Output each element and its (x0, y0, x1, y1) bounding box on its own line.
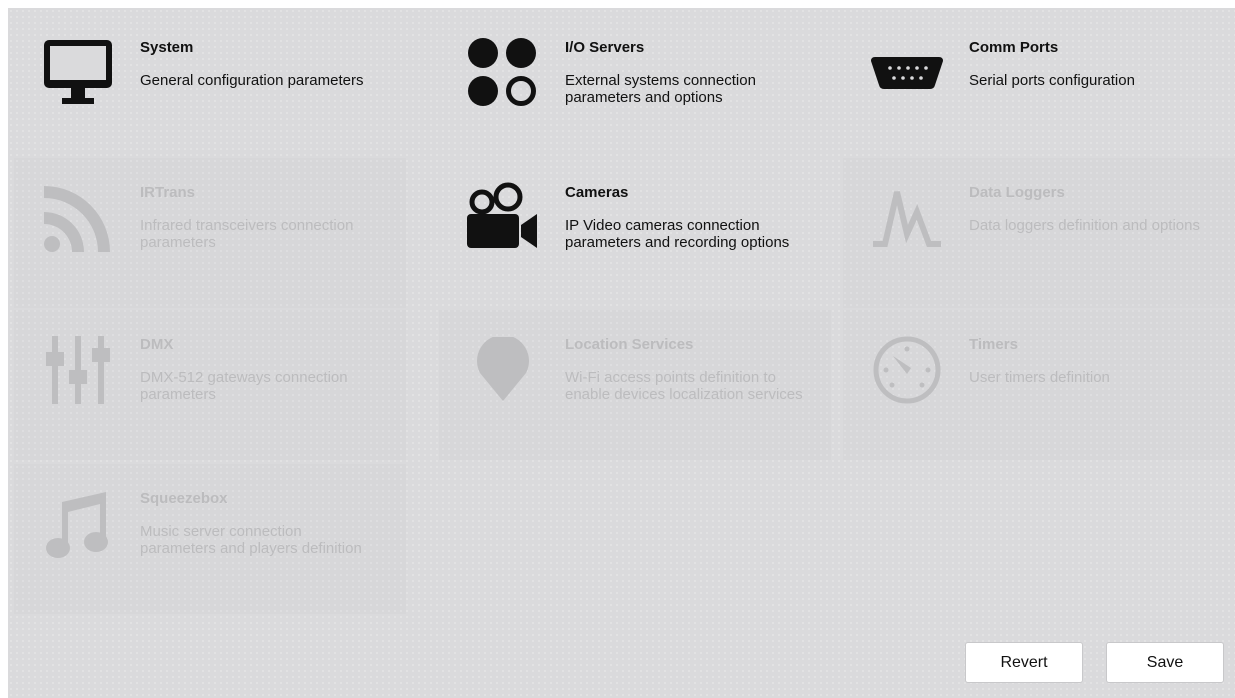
tile-description: Serial ports configuration (969, 72, 1135, 89)
settings-panel: System General configuration parameters … (8, 8, 1235, 698)
tile-title: Location Services (565, 336, 694, 353)
tile-description: Infrared transceivers connection paramet… (140, 217, 354, 251)
tile-description: External systems connection parameters a… (565, 72, 756, 106)
tile-system[interactable]: System General configuration parameters (14, 13, 406, 163)
tile-title: DMX (140, 336, 174, 353)
video-camera-icon (465, 180, 541, 256)
tile-irtrans: IRTrans Infrared transceivers connection… (14, 158, 406, 308)
tile-cameras[interactable]: Cameras IP Video cameras connection para… (439, 158, 831, 308)
tile-dmx: DMX DMX-512 gateways connection paramete… (14, 310, 406, 460)
sliders-icon (40, 332, 116, 408)
tile-title: Comm Ports (969, 39, 1059, 56)
tile-title: IRTrans (140, 184, 196, 201)
tile-title: Squeezebox (140, 490, 228, 507)
gauge-icon (869, 332, 945, 408)
tile-title: Timers (969, 336, 1018, 353)
tile-title: System (140, 39, 194, 56)
save-button[interactable]: Save (1106, 642, 1224, 683)
peaks-icon (869, 180, 945, 256)
monitor-icon (40, 35, 116, 111)
tile-description: Data loggers definition and options (969, 217, 1200, 234)
tile-comm-ports[interactable]: Comm Ports Serial ports configuration (843, 13, 1235, 163)
tile-timers: Timers User timers definition (843, 310, 1235, 460)
tile-description: DMX-512 gateways connection parameters (140, 369, 348, 403)
tile-description: General configuration parameters (140, 72, 364, 89)
signal-waves-icon (40, 180, 116, 256)
tile-title: Data Loggers (969, 184, 1065, 201)
serial-port-icon (869, 35, 945, 111)
circles-icon (465, 35, 541, 111)
tile-squeezebox: Squeezebox Music server connection param… (14, 464, 406, 614)
music-note-icon (40, 486, 116, 562)
tile-data-loggers: Data Loggers Data loggers definition and… (843, 158, 1235, 308)
tile-description: Music server connection parameters and p… (140, 523, 362, 557)
revert-button[interactable]: Revert (965, 642, 1083, 683)
location-pin-icon (465, 332, 541, 408)
tile-title: Cameras (565, 184, 629, 201)
tile-description: IP Video cameras connection parameters a… (565, 217, 790, 251)
tile-description: Wi-Fi access points definition to enable… (565, 369, 803, 403)
tile-io-servers[interactable]: I/O Servers External systems connection … (439, 13, 831, 163)
tile-title: I/O Servers (565, 39, 645, 56)
tile-description: User timers definition (969, 369, 1110, 386)
tile-location-services: Location Services Wi-Fi access points de… (439, 310, 831, 460)
